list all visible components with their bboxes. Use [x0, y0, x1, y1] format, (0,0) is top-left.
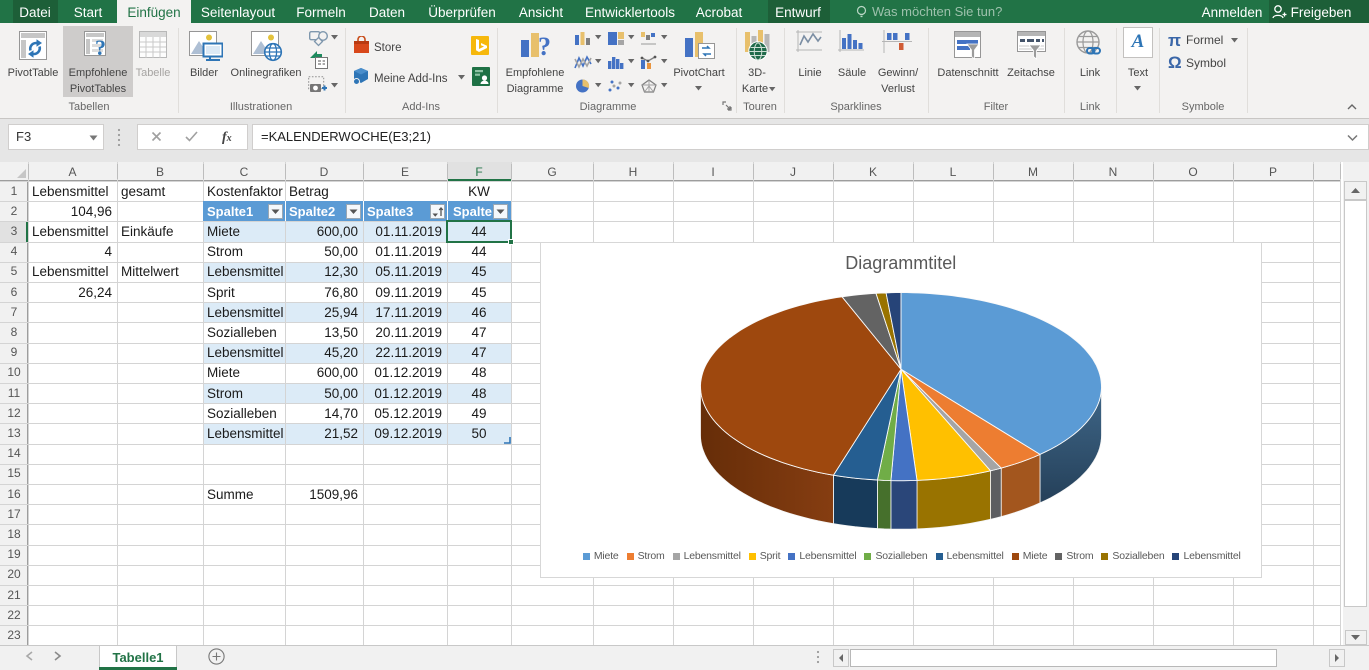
svg-text:?: ? [95, 35, 106, 58]
svg-text:?: ? [538, 32, 550, 60]
